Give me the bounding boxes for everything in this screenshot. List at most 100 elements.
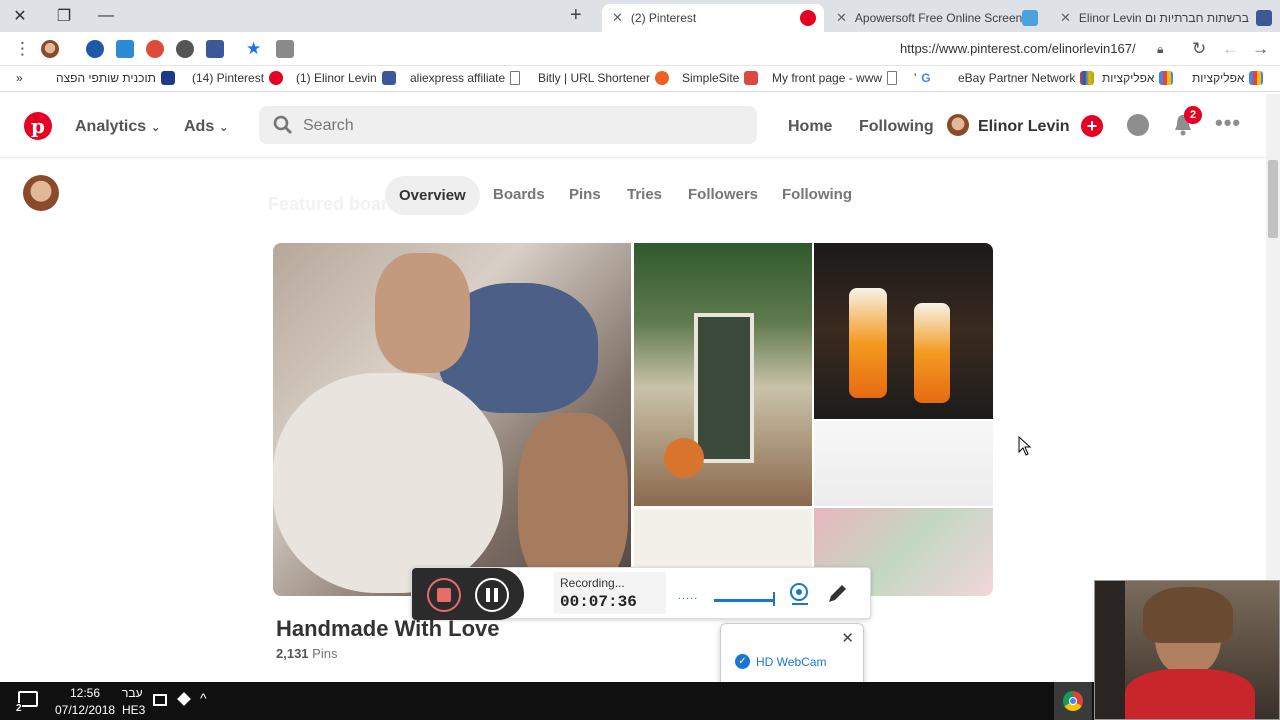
white-vase-image[interactable] bbox=[814, 421, 993, 506]
display-icon[interactable] bbox=[153, 694, 167, 706]
bookmark-item[interactable]: אפליקציות bbox=[1192, 71, 1264, 85]
keyboard-layout[interactable]: HE3 bbox=[122, 703, 145, 717]
bookmarks-overflow-icon[interactable]: » bbox=[16, 71, 23, 85]
back-icon[interactable]: ← bbox=[1222, 39, 1239, 59]
chrome-taskbar-button[interactable] bbox=[1054, 682, 1092, 720]
bookmark-item[interactable]: eBay Partner Network bbox=[958, 71, 1095, 85]
restore-window-icon[interactable]: ❐ bbox=[44, 0, 84, 32]
person-hair bbox=[1143, 587, 1233, 643]
profile-avatar-icon[interactable] bbox=[41, 40, 59, 58]
tab-apowersoft[interactable]: ✕ Apowersoft Free Online Screen R bbox=[826, 4, 1046, 32]
board-pin-count: 2,131 Pins bbox=[276, 646, 337, 661]
brown-animal-figure bbox=[518, 413, 628, 593]
facebook-favicon-icon bbox=[1256, 10, 1272, 26]
bookmark-item[interactable]: SimpleSite bbox=[682, 71, 759, 85]
recording-label: Recording... bbox=[560, 576, 625, 590]
reload-icon[interactable]: ↻ bbox=[1192, 39, 1206, 59]
bookmark-item[interactable]: תוכנית שותפי הפצה bbox=[56, 71, 175, 85]
facebook-extension-icon[interactable] bbox=[206, 40, 224, 58]
pinterest-icon bbox=[269, 71, 284, 85]
bookmark-item[interactable]: ' G bbox=[914, 71, 931, 85]
clock-date[interactable]: 07/12/2018 bbox=[55, 703, 115, 717]
profile-avatar[interactable] bbox=[23, 175, 59, 211]
pause-icon bbox=[494, 588, 498, 602]
ads-menu[interactable]: Ads ⌄ bbox=[184, 118, 229, 136]
create-plus-icon[interactable]: + bbox=[1081, 115, 1103, 137]
webcam-option-label: HD WebCam bbox=[756, 654, 827, 669]
bookmark-item[interactable]: אפליקציות bbox=[1102, 71, 1174, 85]
hd-webcam-option[interactable]: ✓ HD WebCam bbox=[735, 654, 826, 669]
pinterest-extension-icon[interactable] bbox=[176, 40, 194, 58]
share-extension-icon[interactable] bbox=[86, 40, 104, 58]
bookmark-item[interactable]: aliexpress affiliate bbox=[410, 71, 521, 85]
minimize-window-icon[interactable]: — bbox=[86, 0, 126, 32]
pinterest-header: p Analytics ⌄ Ads ⌄ Search Home Followin… bbox=[0, 94, 1266, 158]
tab-tries[interactable]: Tries bbox=[627, 186, 662, 203]
bookmark-item[interactable]: My front page - www bbox=[772, 71, 898, 85]
halloween-porch-image[interactable] bbox=[634, 243, 812, 506]
bookmark-label: SimpleSite bbox=[682, 71, 740, 85]
more-options-icon[interactable]: ••• bbox=[1215, 110, 1241, 136]
google-plus-extension-icon[interactable] bbox=[146, 40, 164, 58]
close-tab-icon[interactable]: ✕ bbox=[612, 10, 623, 26]
tab-boards[interactable]: Boards bbox=[493, 186, 545, 203]
menu-dots-icon[interactable]: ⋮ bbox=[14, 39, 31, 59]
bookmark-label: ' bbox=[914, 71, 917, 85]
volume-slider[interactable] bbox=[714, 599, 774, 602]
clock-time[interactable]: 12:56 bbox=[70, 686, 100, 700]
bookmark-label: Bitly | URL Shortener bbox=[538, 71, 651, 85]
extension-icon[interactable] bbox=[116, 40, 134, 58]
bookmarks-bar: » תוכנית שותפי הפצה (14) Pinterest (1) E… bbox=[0, 66, 1280, 92]
google-icon: G bbox=[921, 71, 931, 85]
pen-annotate-icon[interactable] bbox=[825, 582, 849, 606]
apps-grid-icon bbox=[1159, 71, 1174, 85]
bookmark-label: My front page - www bbox=[772, 71, 883, 85]
dropbox-icon[interactable] bbox=[177, 692, 191, 706]
clay-animals-image[interactable] bbox=[273, 243, 631, 596]
address-bar-url[interactable]: https://www.pinterest.com/elinorlevin167… bbox=[900, 41, 1136, 56]
home-link[interactable]: Home bbox=[788, 118, 832, 136]
tab-followers[interactable]: Followers bbox=[688, 186, 758, 203]
bookmark-item[interactable]: (14) Pinterest bbox=[192, 71, 284, 85]
input-language[interactable]: עבר bbox=[122, 686, 143, 700]
pause-record-button[interactable] bbox=[475, 578, 509, 612]
following-link[interactable]: Following bbox=[859, 118, 934, 136]
close-icon[interactable]: ✕ bbox=[841, 629, 854, 647]
close-window-icon[interactable]: ✕ bbox=[0, 0, 40, 32]
show-hidden-icons-icon[interactable]: ^ bbox=[200, 690, 207, 706]
tab-pinterest[interactable]: ✕ (2) Pinterest bbox=[602, 4, 824, 32]
webcam-icon[interactable] bbox=[788, 582, 812, 608]
pinterest-logo-icon[interactable]: p bbox=[24, 112, 52, 140]
messages-icon[interactable] bbox=[1127, 114, 1149, 136]
bookmark-item[interactable]: (1) Elinor Levin bbox=[296, 71, 396, 85]
user-name-link[interactable]: Elinor Levin bbox=[978, 118, 1070, 136]
analytics-menu[interactable]: Analytics ⌄ bbox=[75, 118, 161, 136]
tab-title: (2) Pinterest bbox=[630, 11, 697, 25]
close-tab-icon[interactable]: ✕ bbox=[836, 10, 847, 26]
action-center-badge: 2 bbox=[16, 703, 22, 714]
translate-icon[interactable] bbox=[276, 40, 294, 58]
tab-social[interactable]: ✕ Elinor Levin ברשתות חברתיות ום bbox=[1050, 4, 1280, 32]
search-input[interactable]: Search bbox=[259, 106, 757, 144]
bookmark-label: אפליקציות bbox=[1192, 71, 1245, 85]
front-door bbox=[694, 313, 754, 463]
close-tab-icon[interactable]: ✕ bbox=[1060, 10, 1071, 26]
page-icon bbox=[510, 71, 521, 85]
tab-following[interactable]: Following bbox=[782, 186, 852, 203]
search-icon bbox=[273, 115, 292, 134]
forward-icon[interactable]: → bbox=[1252, 39, 1269, 59]
bookmark-star-icon[interactable]: ★ bbox=[246, 39, 261, 59]
candy-corn-jars-image[interactable] bbox=[814, 243, 993, 419]
tab-overview[interactable]: Overview bbox=[385, 176, 480, 215]
new-tab-icon[interactable]: + bbox=[570, 4, 582, 27]
windows-taskbar: 2 12:56 07/12/2018 עבר HE3 ^ bbox=[0, 682, 1094, 720]
user-avatar[interactable] bbox=[947, 114, 969, 136]
bookmark-item[interactable]: Bitly | URL Shortener bbox=[538, 71, 670, 85]
tab-pins[interactable]: Pins bbox=[569, 186, 601, 203]
tab-title: Elinor Levin ברשתות חברתיות ום bbox=[1078, 11, 1249, 25]
board-cover-mosaic[interactable] bbox=[273, 243, 993, 596]
audio-level-dots: ..... bbox=[678, 590, 699, 602]
volume-slider-handle[interactable] bbox=[773, 592, 775, 606]
scrollbar-thumb[interactable] bbox=[1268, 160, 1278, 238]
stop-record-button[interactable] bbox=[427, 578, 461, 612]
